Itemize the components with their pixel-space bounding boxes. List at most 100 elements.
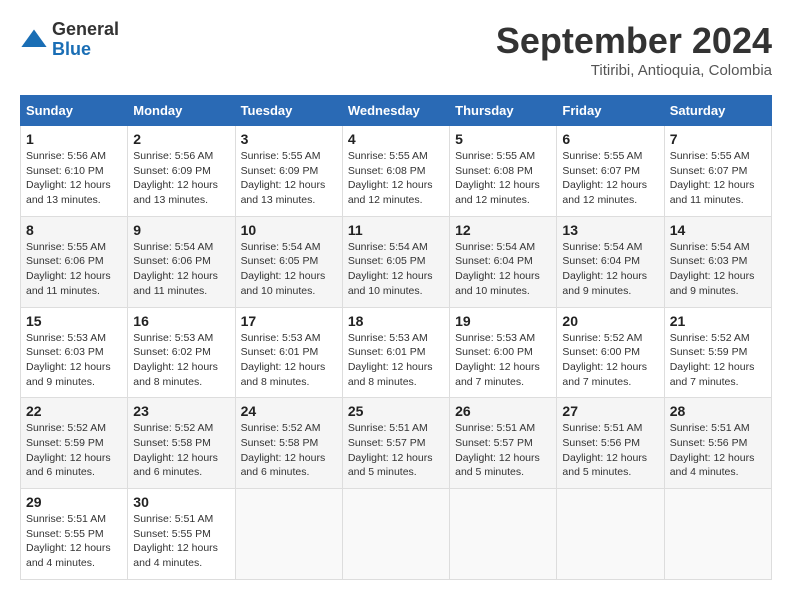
- day-info: Sunrise: 5:53 AM Sunset: 6:02 PM Dayligh…: [133, 331, 229, 390]
- col-monday: Monday: [128, 96, 235, 126]
- logo-icon: [20, 26, 48, 54]
- table-row: 21 Sunrise: 5:52 AM Sunset: 5:59 PM Dayl…: [664, 307, 771, 398]
- day-number: 13: [562, 222, 658, 238]
- table-row: 11 Sunrise: 5:54 AM Sunset: 6:05 PM Dayl…: [342, 216, 449, 307]
- table-row: [557, 489, 664, 580]
- day-info: Sunrise: 5:55 AM Sunset: 6:07 PM Dayligh…: [562, 149, 658, 208]
- col-sunday: Sunday: [21, 96, 128, 126]
- table-row: [342, 489, 449, 580]
- day-number: 15: [26, 313, 122, 329]
- calendar-week-row: 15 Sunrise: 5:53 AM Sunset: 6:03 PM Dayl…: [21, 307, 772, 398]
- day-number: 20: [562, 313, 658, 329]
- day-number: 12: [455, 222, 551, 238]
- day-info: Sunrise: 5:55 AM Sunset: 6:06 PM Dayligh…: [26, 240, 122, 299]
- table-row: 10 Sunrise: 5:54 AM Sunset: 6:05 PM Dayl…: [235, 216, 342, 307]
- day-info: Sunrise: 5:52 AM Sunset: 5:58 PM Dayligh…: [241, 421, 337, 480]
- day-number: 14: [670, 222, 766, 238]
- month-title: September 2024: [496, 20, 772, 62]
- day-number: 22: [26, 403, 122, 419]
- day-number: 11: [348, 222, 444, 238]
- table-row: 16 Sunrise: 5:53 AM Sunset: 6:02 PM Dayl…: [128, 307, 235, 398]
- day-info: Sunrise: 5:52 AM Sunset: 5:58 PM Dayligh…: [133, 421, 229, 480]
- table-row: 9 Sunrise: 5:54 AM Sunset: 6:06 PM Dayli…: [128, 216, 235, 307]
- day-number: 28: [670, 403, 766, 419]
- table-row: 7 Sunrise: 5:55 AM Sunset: 6:07 PM Dayli…: [664, 126, 771, 217]
- table-row: 15 Sunrise: 5:53 AM Sunset: 6:03 PM Dayl…: [21, 307, 128, 398]
- day-number: 10: [241, 222, 337, 238]
- col-saturday: Saturday: [664, 96, 771, 126]
- col-thursday: Thursday: [450, 96, 557, 126]
- table-row: 24 Sunrise: 5:52 AM Sunset: 5:58 PM Dayl…: [235, 398, 342, 489]
- day-number: 6: [562, 131, 658, 147]
- day-info: Sunrise: 5:55 AM Sunset: 6:08 PM Dayligh…: [348, 149, 444, 208]
- table-row: [235, 489, 342, 580]
- day-info: Sunrise: 5:51 AM Sunset: 5:57 PM Dayligh…: [455, 421, 551, 480]
- day-info: Sunrise: 5:51 AM Sunset: 5:56 PM Dayligh…: [670, 421, 766, 480]
- day-info: Sunrise: 5:51 AM Sunset: 5:55 PM Dayligh…: [133, 512, 229, 571]
- table-row: 25 Sunrise: 5:51 AM Sunset: 5:57 PM Dayl…: [342, 398, 449, 489]
- day-number: 4: [348, 131, 444, 147]
- day-info: Sunrise: 5:54 AM Sunset: 6:04 PM Dayligh…: [455, 240, 551, 299]
- calendar-week-row: 8 Sunrise: 5:55 AM Sunset: 6:06 PM Dayli…: [21, 216, 772, 307]
- table-row: 18 Sunrise: 5:53 AM Sunset: 6:01 PM Dayl…: [342, 307, 449, 398]
- col-tuesday: Tuesday: [235, 96, 342, 126]
- day-number: 29: [26, 494, 122, 510]
- table-row: 29 Sunrise: 5:51 AM Sunset: 5:55 PM Dayl…: [21, 489, 128, 580]
- table-row: 13 Sunrise: 5:54 AM Sunset: 6:04 PM Dayl…: [557, 216, 664, 307]
- table-row: 3 Sunrise: 5:55 AM Sunset: 6:09 PM Dayli…: [235, 126, 342, 217]
- day-number: 26: [455, 403, 551, 419]
- day-number: 18: [348, 313, 444, 329]
- day-info: Sunrise: 5:54 AM Sunset: 6:05 PM Dayligh…: [348, 240, 444, 299]
- day-number: 8: [26, 222, 122, 238]
- day-info: Sunrise: 5:51 AM Sunset: 5:57 PM Dayligh…: [348, 421, 444, 480]
- day-number: 27: [562, 403, 658, 419]
- day-number: 17: [241, 313, 337, 329]
- col-friday: Friday: [557, 96, 664, 126]
- day-info: Sunrise: 5:51 AM Sunset: 5:55 PM Dayligh…: [26, 512, 122, 571]
- table-row: [450, 489, 557, 580]
- table-row: 14 Sunrise: 5:54 AM Sunset: 6:03 PM Dayl…: [664, 216, 771, 307]
- day-number: 3: [241, 131, 337, 147]
- day-number: 24: [241, 403, 337, 419]
- col-wednesday: Wednesday: [342, 96, 449, 126]
- day-number: 1: [26, 131, 122, 147]
- day-number: 2: [133, 131, 229, 147]
- calendar-table: Sunday Monday Tuesday Wednesday Thursday…: [20, 95, 772, 580]
- table-row: 17 Sunrise: 5:53 AM Sunset: 6:01 PM Dayl…: [235, 307, 342, 398]
- day-number: 30: [133, 494, 229, 510]
- day-info: Sunrise: 5:55 AM Sunset: 6:08 PM Dayligh…: [455, 149, 551, 208]
- day-info: Sunrise: 5:52 AM Sunset: 5:59 PM Dayligh…: [670, 331, 766, 390]
- day-number: 19: [455, 313, 551, 329]
- day-number: 5: [455, 131, 551, 147]
- day-info: Sunrise: 5:54 AM Sunset: 6:04 PM Dayligh…: [562, 240, 658, 299]
- logo-text: General Blue: [52, 20, 119, 60]
- day-info: Sunrise: 5:53 AM Sunset: 6:01 PM Dayligh…: [348, 331, 444, 390]
- day-info: Sunrise: 5:54 AM Sunset: 6:06 PM Dayligh…: [133, 240, 229, 299]
- header: General Blue September 2024 Titiribi, An…: [20, 20, 772, 79]
- day-info: Sunrise: 5:54 AM Sunset: 6:03 PM Dayligh…: [670, 240, 766, 299]
- table-row: 12 Sunrise: 5:54 AM Sunset: 6:04 PM Dayl…: [450, 216, 557, 307]
- table-row: 22 Sunrise: 5:52 AM Sunset: 5:59 PM Dayl…: [21, 398, 128, 489]
- day-info: Sunrise: 5:53 AM Sunset: 6:01 PM Dayligh…: [241, 331, 337, 390]
- table-row: 5 Sunrise: 5:55 AM Sunset: 6:08 PM Dayli…: [450, 126, 557, 217]
- day-number: 21: [670, 313, 766, 329]
- table-row: 23 Sunrise: 5:52 AM Sunset: 5:58 PM Dayl…: [128, 398, 235, 489]
- day-number: 7: [670, 131, 766, 147]
- table-row: 6 Sunrise: 5:55 AM Sunset: 6:07 PM Dayli…: [557, 126, 664, 217]
- title-area: September 2024 Titiribi, Antioquia, Colo…: [496, 20, 772, 79]
- day-info: Sunrise: 5:54 AM Sunset: 6:05 PM Dayligh…: [241, 240, 337, 299]
- day-number: 16: [133, 313, 229, 329]
- day-number: 25: [348, 403, 444, 419]
- calendar-week-row: 1 Sunrise: 5:56 AM Sunset: 6:10 PM Dayli…: [21, 126, 772, 217]
- day-number: 9: [133, 222, 229, 238]
- location-subtitle: Titiribi, Antioquia, Colombia: [496, 62, 772, 79]
- calendar-week-row: 22 Sunrise: 5:52 AM Sunset: 5:59 PM Dayl…: [21, 398, 772, 489]
- day-info: Sunrise: 5:55 AM Sunset: 6:09 PM Dayligh…: [241, 149, 337, 208]
- day-info: Sunrise: 5:51 AM Sunset: 5:56 PM Dayligh…: [562, 421, 658, 480]
- table-row: 2 Sunrise: 5:56 AM Sunset: 6:09 PM Dayli…: [128, 126, 235, 217]
- day-info: Sunrise: 5:56 AM Sunset: 6:10 PM Dayligh…: [26, 149, 122, 208]
- calendar-week-row: 29 Sunrise: 5:51 AM Sunset: 5:55 PM Dayl…: [21, 489, 772, 580]
- day-info: Sunrise: 5:55 AM Sunset: 6:07 PM Dayligh…: [670, 149, 766, 208]
- table-row: 26 Sunrise: 5:51 AM Sunset: 5:57 PM Dayl…: [450, 398, 557, 489]
- calendar-header-row: Sunday Monday Tuesday Wednesday Thursday…: [21, 96, 772, 126]
